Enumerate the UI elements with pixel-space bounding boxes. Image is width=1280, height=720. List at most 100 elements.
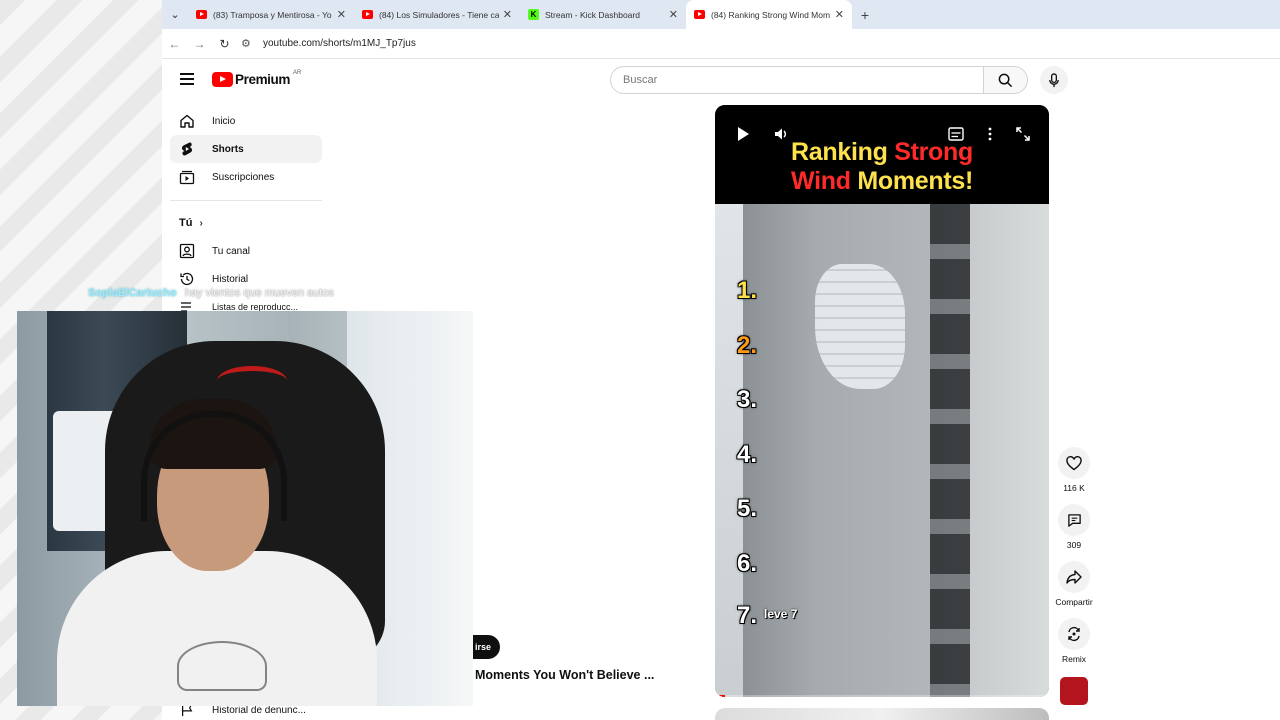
share-label: Compartir bbox=[1055, 597, 1093, 607]
sidebar-item-your-channel[interactable]: Tu canal bbox=[170, 237, 322, 265]
volume-button[interactable] bbox=[771, 125, 791, 143]
video-frame bbox=[715, 204, 1049, 697]
comment-icon bbox=[1067, 513, 1081, 527]
subscriptions-icon bbox=[179, 169, 195, 185]
chat-text: hay vientos que mueven autos bbox=[184, 287, 334, 299]
microphone-icon bbox=[1049, 72, 1059, 87]
reload-icon[interactable]: ↻ bbox=[212, 29, 237, 59]
sidebar-item-label: Historial de denunc... bbox=[212, 704, 306, 716]
browser-tab-active[interactable]: (84) Ranking Strong Wind Mom ✕ bbox=[686, 0, 852, 29]
youtube-logo-icon bbox=[212, 72, 233, 87]
expand-icon bbox=[1016, 127, 1030, 141]
youtube-icon bbox=[694, 10, 705, 19]
title-word: Wind bbox=[791, 167, 858, 195]
comment-count: 309 bbox=[1066, 540, 1082, 550]
share-icon bbox=[1066, 570, 1082, 584]
rank-label: 7. bbox=[737, 602, 758, 629]
close-icon[interactable]: ✕ bbox=[835, 8, 844, 21]
close-icon[interactable]: ✕ bbox=[337, 8, 346, 21]
rank-label: 4. bbox=[737, 441, 758, 468]
search-button[interactable] bbox=[984, 66, 1028, 94]
short-title[interactable]: Moments You Won't Believe ... bbox=[475, 668, 654, 682]
share-action: Compartir bbox=[1052, 561, 1096, 607]
chair-accent bbox=[217, 366, 287, 396]
shirt-graphic bbox=[177, 641, 267, 691]
forward-arrow-icon[interactable]: → bbox=[187, 29, 212, 59]
sidebar-item-subscriptions[interactable]: Suscripciones bbox=[170, 163, 322, 191]
close-icon[interactable]: ✕ bbox=[669, 8, 678, 21]
sidebar-item-shorts[interactable]: Shorts bbox=[170, 135, 322, 163]
remix-icon bbox=[1068, 626, 1080, 642]
progress-fill bbox=[715, 695, 726, 697]
sidebar-item-label: Suscripciones bbox=[212, 171, 275, 183]
rank-label: 3. bbox=[737, 386, 758, 413]
shorts-icon bbox=[179, 141, 195, 157]
site-settings-icon[interactable]: ⚙ bbox=[241, 37, 259, 50]
url-text[interactable]: youtube.com/shorts/m1MJ_Tp7jus bbox=[263, 38, 416, 49]
browser-tab[interactable]: (84) Los Simuladores - Tiene ca ✕ bbox=[354, 0, 520, 29]
sidebar-item-label: Inicio bbox=[212, 115, 236, 127]
like-action: 116 K bbox=[1052, 447, 1096, 493]
section-title: Tú bbox=[179, 217, 193, 229]
shorts-action-rail: 116 K 309 Compartir Remix bbox=[1052, 447, 1096, 716]
browser-tab[interactable]: K Stream - Kick Dashboard ✕ bbox=[520, 0, 686, 29]
captions-button[interactable] bbox=[946, 125, 966, 143]
voice-search-button[interactable] bbox=[1040, 66, 1068, 94]
close-icon[interactable]: ✕ bbox=[503, 8, 512, 21]
screen-root: ⌄ (83) Tramposa y Mentirosa - Yo ✕ (84) … bbox=[0, 0, 1280, 720]
search-bar: Buscar bbox=[610, 66, 1028, 94]
volume-icon bbox=[775, 128, 786, 140]
menu-icon[interactable] bbox=[180, 73, 194, 85]
more-options-button[interactable] bbox=[980, 125, 1000, 143]
sidebar-divider bbox=[170, 200, 322, 201]
logo-text: Premium bbox=[235, 72, 290, 87]
history-icon bbox=[179, 271, 195, 287]
play-button[interactable] bbox=[733, 125, 753, 143]
remix-button[interactable] bbox=[1058, 618, 1090, 650]
back-arrow-icon[interactable]: ← bbox=[162, 29, 187, 59]
sound-thumbnail[interactable] bbox=[1060, 677, 1088, 705]
chat-username: SoplaElCartucho bbox=[88, 287, 177, 299]
browser-tab[interactable]: (83) Tramposa y Mentirosa - Yo ✕ bbox=[188, 0, 354, 29]
country-code: AR bbox=[292, 69, 302, 76]
sound-action bbox=[1052, 675, 1096, 705]
more-vertical-icon bbox=[988, 127, 992, 141]
youtube-icon bbox=[362, 10, 373, 19]
sidebar-section-you[interactable]: Tú › bbox=[170, 209, 322, 237]
video-title-overlay: Ranking Strong Wind Moments! bbox=[715, 138, 1049, 196]
heart-icon bbox=[1066, 455, 1082, 470]
captions-icon bbox=[948, 127, 964, 141]
sidebar-item-label: Historial bbox=[212, 273, 249, 285]
tab-title: Stream - Kick Dashboard bbox=[545, 9, 640, 20]
channel-icon bbox=[179, 243, 195, 259]
address-bar: ← → ↻ ⚙ youtube.com/shorts/m1MJ_Tp7jus bbox=[162, 29, 1280, 59]
tab-search-chevron-icon[interactable]: ⌄ bbox=[162, 0, 188, 29]
tab-title: (84) Los Simuladores - Tiene ca bbox=[379, 9, 499, 20]
progress-bar[interactable] bbox=[715, 695, 1049, 697]
like-button[interactable] bbox=[1058, 447, 1090, 479]
search-input[interactable]: Buscar bbox=[610, 66, 984, 94]
share-button[interactable] bbox=[1058, 561, 1090, 593]
remix-action: Remix bbox=[1052, 618, 1096, 664]
rank-label: 6. bbox=[737, 550, 758, 577]
tab-title: (83) Tramposa y Mentirosa - Yo bbox=[213, 9, 332, 20]
title-word: Ranking bbox=[791, 138, 895, 166]
subscribe-label: irse bbox=[474, 642, 491, 652]
search-icon bbox=[998, 73, 1013, 87]
browser-tabbar: ⌄ (83) Tramposa y Mentirosa - Yo ✕ (84) … bbox=[162, 0, 1280, 29]
chat-message: SoplaElCartucho hay vientos que mueven a… bbox=[88, 287, 334, 299]
youtube-premium-logo[interactable]: Premium AR bbox=[212, 69, 302, 87]
shorts-player[interactable]: Ranking Strong Wind Moments! 1. 2. 3. 4. bbox=[715, 105, 1049, 697]
rank-note: leve 7 bbox=[764, 607, 798, 621]
rank-label: 1. bbox=[737, 277, 758, 304]
webcam-feed bbox=[17, 311, 473, 706]
sidebar-item-home[interactable]: Inicio bbox=[170, 107, 322, 135]
tab-title: (84) Ranking Strong Wind Mom bbox=[711, 9, 831, 20]
remix-label: Remix bbox=[1061, 654, 1087, 664]
next-short-preview[interactable] bbox=[715, 708, 1049, 720]
comments-button[interactable] bbox=[1058, 504, 1090, 536]
fullscreen-button[interactable] bbox=[1013, 125, 1033, 143]
sidebar-item-label: Tu canal bbox=[212, 245, 250, 257]
new-tab-plus-icon[interactable]: + bbox=[852, 0, 878, 29]
rank-label: 2. bbox=[737, 332, 758, 359]
